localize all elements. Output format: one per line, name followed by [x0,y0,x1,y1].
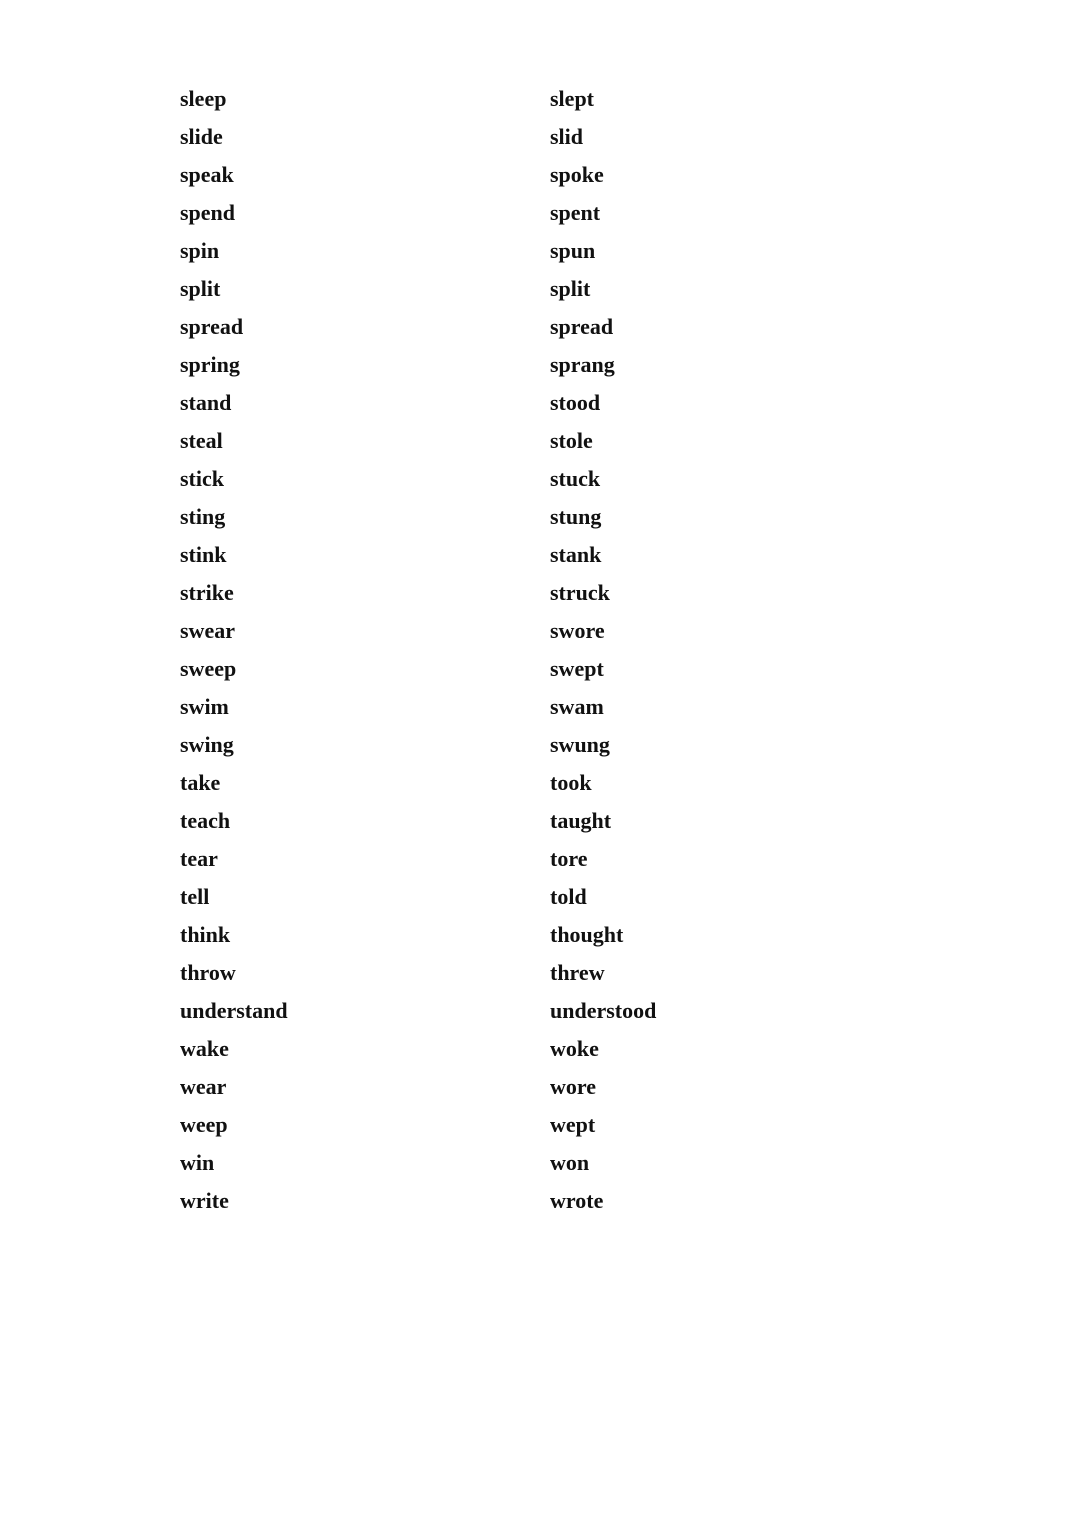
base-form: wear [180,1068,540,1106]
base-form: slide [180,118,540,156]
table-row: swearswore [180,612,900,650]
past-form: swore [540,612,900,650]
past-form: split [540,270,900,308]
table-row: weepwept [180,1106,900,1144]
base-form: tell [180,878,540,916]
table-row: speakspoke [180,156,900,194]
base-form: stink [180,536,540,574]
past-form: took [540,764,900,802]
base-form: split [180,270,540,308]
table-row: taketook [180,764,900,802]
past-form: won [540,1144,900,1182]
table-row: slideslid [180,118,900,156]
table-row: standstood [180,384,900,422]
base-form: strike [180,574,540,612]
base-form: teach [180,802,540,840]
base-form: sting [180,498,540,536]
base-form: steal [180,422,540,460]
past-form: wrote [540,1182,900,1220]
past-form: slept [540,80,900,118]
past-form: stood [540,384,900,422]
past-form: told [540,878,900,916]
table-row: splitsplit [180,270,900,308]
table-row: teartore [180,840,900,878]
table-row: swimswam [180,688,900,726]
table-row: stickstuck [180,460,900,498]
past-form: spoke [540,156,900,194]
table-row: springsprang [180,346,900,384]
table-row: throwthrew [180,954,900,992]
base-form: win [180,1144,540,1182]
past-form: sprang [540,346,900,384]
base-form: stand [180,384,540,422]
past-form: stank [540,536,900,574]
base-form: stick [180,460,540,498]
table-row: sweepswept [180,650,900,688]
base-form: wake [180,1030,540,1068]
base-form: take [180,764,540,802]
table-row: stealstole [180,422,900,460]
past-form: stung [540,498,900,536]
base-form: swim [180,688,540,726]
past-form: wore [540,1068,900,1106]
base-form: tear [180,840,540,878]
past-form: swung [540,726,900,764]
past-form: thought [540,916,900,954]
base-form: swear [180,612,540,650]
table-row: sleepslept [180,80,900,118]
table-row: wakewoke [180,1030,900,1068]
table-row: spendspent [180,194,900,232]
past-form: tore [540,840,900,878]
table-row: stingstung [180,498,900,536]
table-row: teachtaught [180,802,900,840]
past-form: stole [540,422,900,460]
past-form: stuck [540,460,900,498]
past-form: spun [540,232,900,270]
table-row: strikestruck [180,574,900,612]
table-row: winwon [180,1144,900,1182]
base-form: write [180,1182,540,1220]
base-form: sweep [180,650,540,688]
verb-table: sleepsleptslideslidspeakspokespendspents… [180,80,900,1220]
base-form: swing [180,726,540,764]
base-form: weep [180,1106,540,1144]
past-form: spent [540,194,900,232]
past-form: understood [540,992,900,1030]
base-form: spin [180,232,540,270]
table-row: spinspun [180,232,900,270]
past-form: threw [540,954,900,992]
base-form: speak [180,156,540,194]
table-row: spreadspread [180,308,900,346]
past-form: woke [540,1030,900,1068]
table-row: understandunderstood [180,992,900,1030]
table-row: stinkstank [180,536,900,574]
base-form: spread [180,308,540,346]
table-row: thinkthought [180,916,900,954]
past-form: spread [540,308,900,346]
table-row: swingswung [180,726,900,764]
past-form: swam [540,688,900,726]
base-form: spring [180,346,540,384]
table-row: wearwore [180,1068,900,1106]
base-form: understand [180,992,540,1030]
table-row: writewrote [180,1182,900,1220]
past-form: wept [540,1106,900,1144]
past-form: slid [540,118,900,156]
past-form: struck [540,574,900,612]
past-form: taught [540,802,900,840]
table-row: telltold [180,878,900,916]
base-form: sleep [180,80,540,118]
past-form: swept [540,650,900,688]
base-form: spend [180,194,540,232]
base-form: think [180,916,540,954]
base-form: throw [180,954,540,992]
